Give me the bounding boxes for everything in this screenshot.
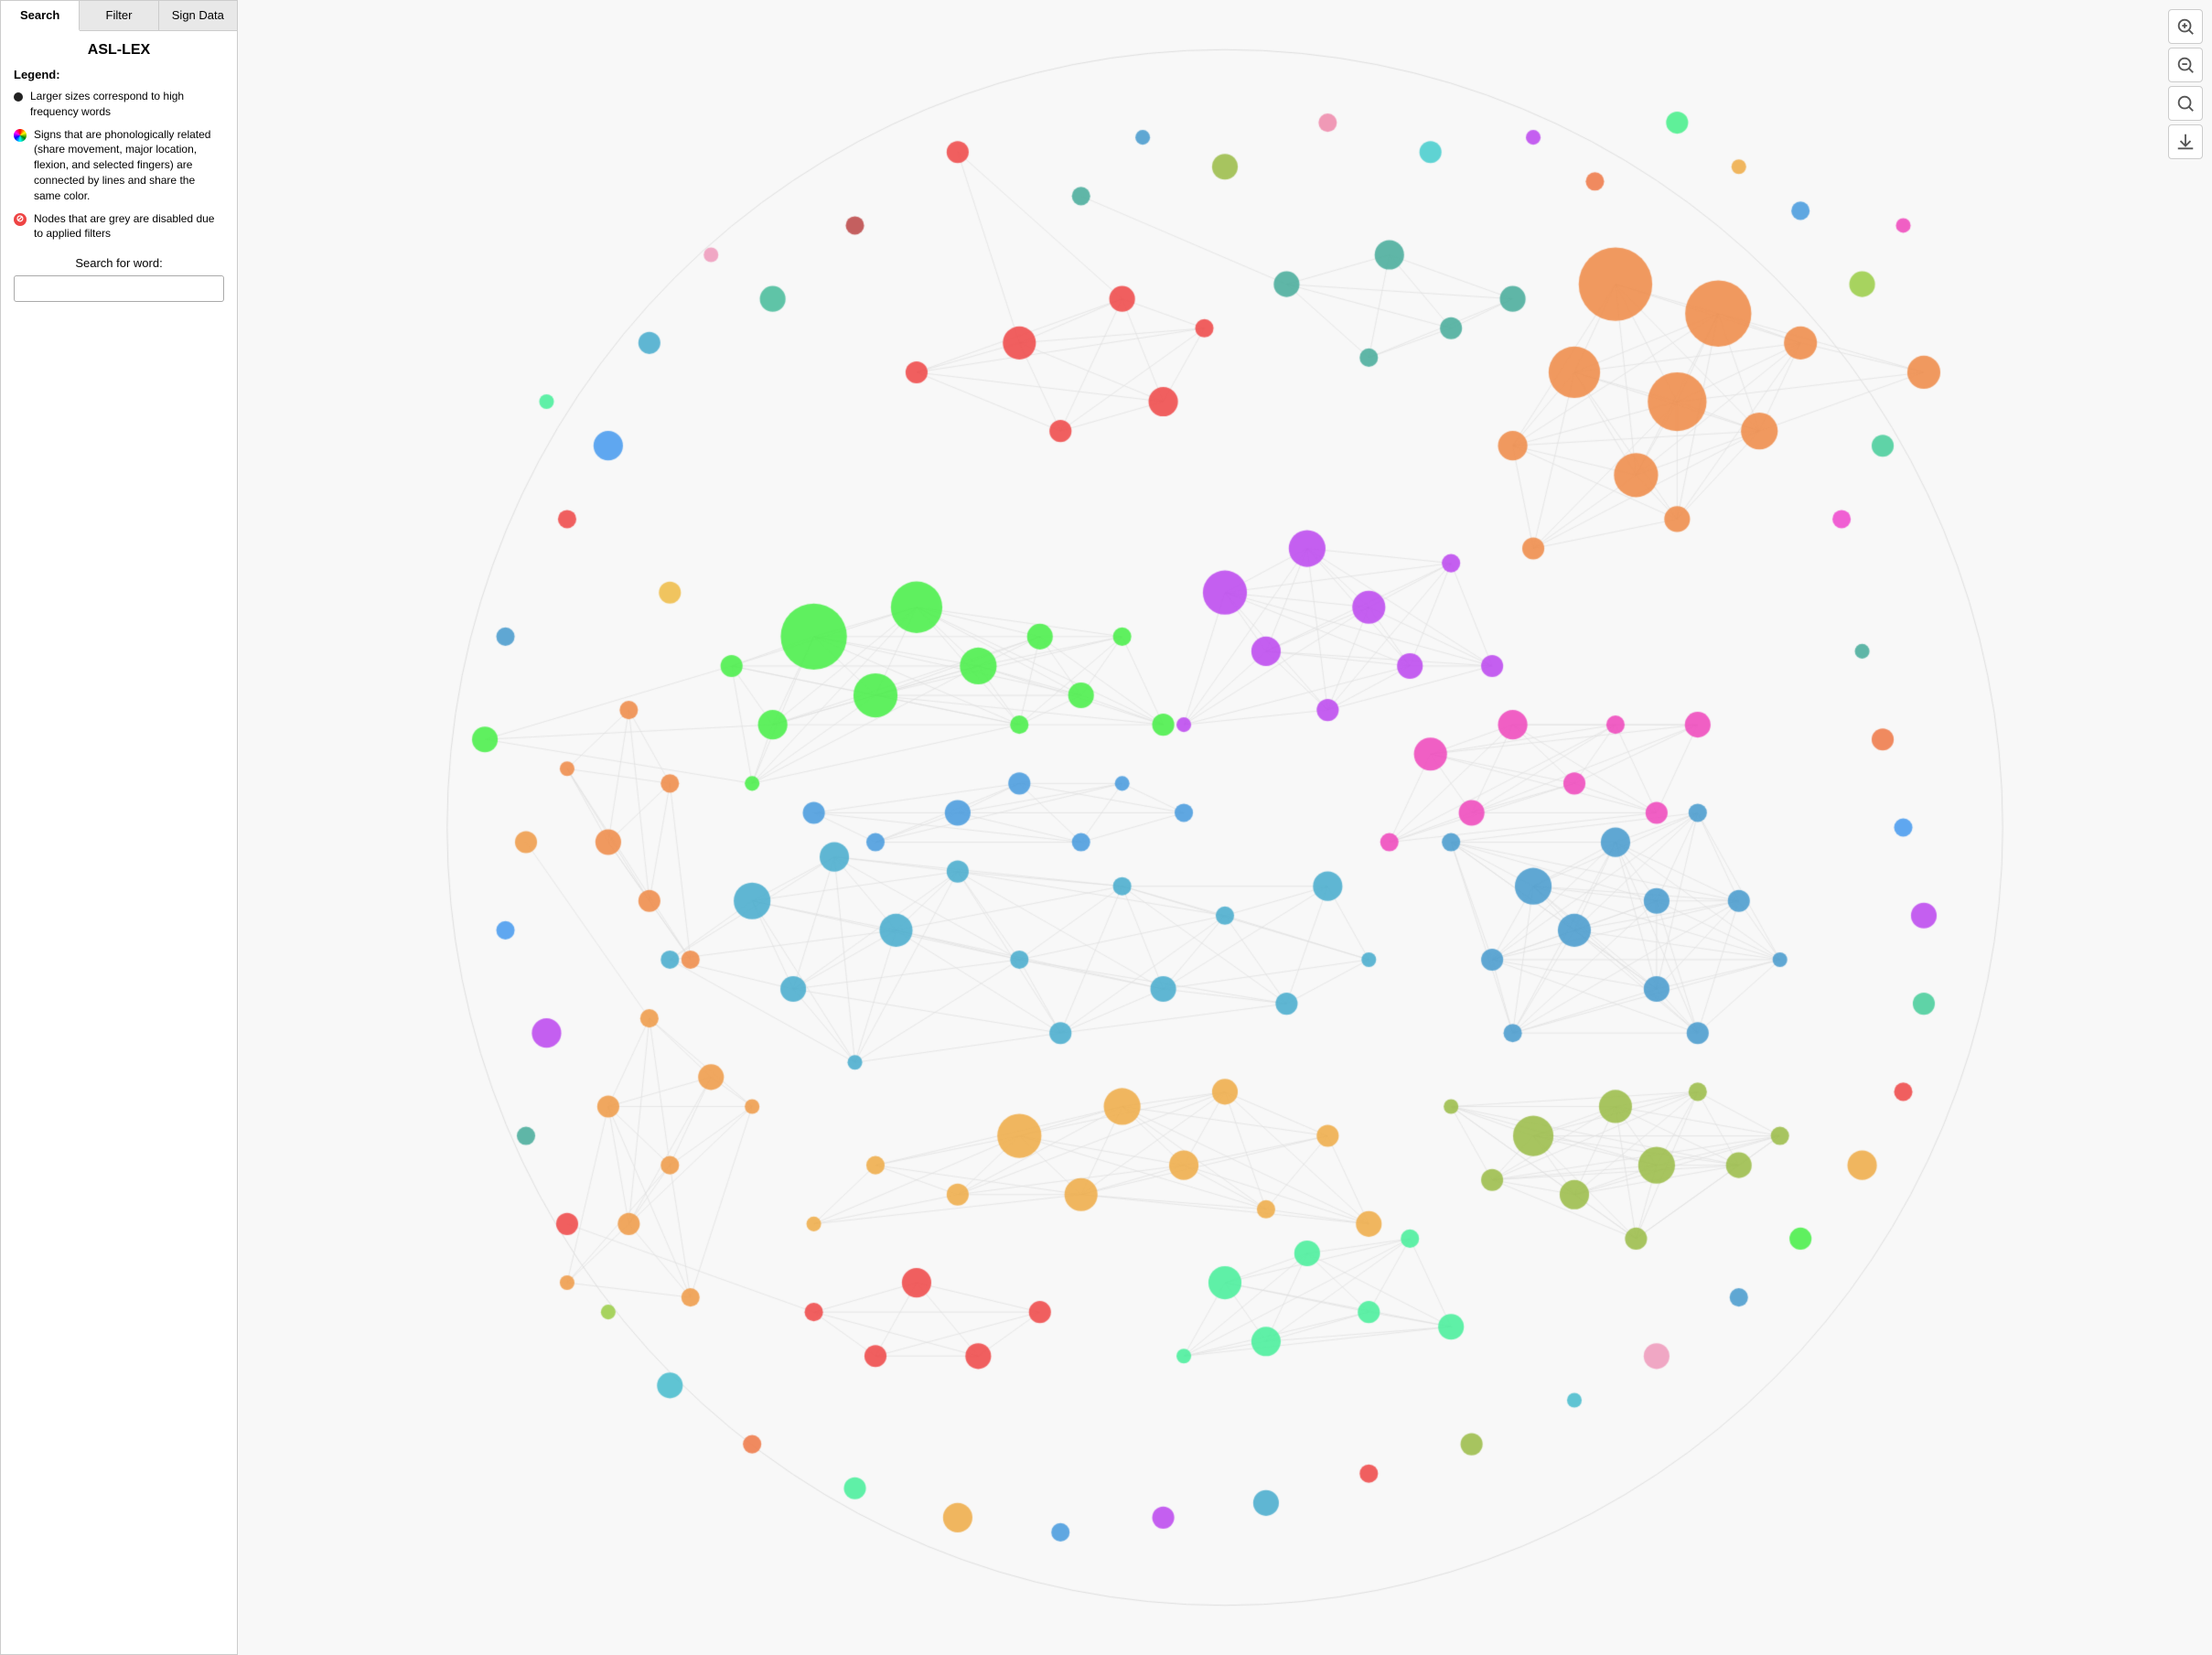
legend-text-disabled: Nodes that are grey are disabled due to … (34, 211, 224, 242)
tab-filter[interactable]: Filter (80, 1, 158, 30)
tab-search[interactable]: Search (1, 1, 80, 31)
network-canvas[interactable] (238, 0, 2212, 1655)
legend-item-color: Signs that are phonologically related (s… (14, 127, 224, 204)
left-panel: Search Filter Sign Data ASL-LEX Legend: … (0, 0, 238, 1655)
legend-heading: Legend: (14, 68, 224, 81)
legend-item-size: Larger sizes correspond to high frequenc… (14, 89, 224, 120)
zoom-controls (2168, 9, 2203, 159)
legend-item-disabled: ⊘ Nodes that are grey are disabled due t… (14, 211, 224, 242)
search-input[interactable] (14, 275, 224, 302)
zoom-out-button[interactable] (2168, 48, 2203, 82)
no-icon: ⊘ (14, 213, 27, 226)
panel-title: ASL-LEX (14, 42, 224, 59)
download-button[interactable] (2168, 124, 2203, 159)
rainbow-icon (14, 129, 27, 146)
legend-text-size: Larger sizes correspond to high frequenc… (30, 89, 224, 120)
tab-bar: Search Filter Sign Data (1, 1, 237, 31)
panel-content: ASL-LEX Legend: Larger sizes correspond … (1, 31, 237, 1654)
main-area (238, 0, 2212, 1655)
dot-icon (14, 91, 23, 106)
zoom-in-button[interactable] (2168, 9, 2203, 44)
tab-sign-data[interactable]: Sign Data (159, 1, 237, 30)
fit-zoom-button[interactable] (2168, 86, 2203, 121)
search-label: Search for word: (14, 256, 224, 270)
legend-text-color: Signs that are phonologically related (s… (34, 127, 224, 204)
